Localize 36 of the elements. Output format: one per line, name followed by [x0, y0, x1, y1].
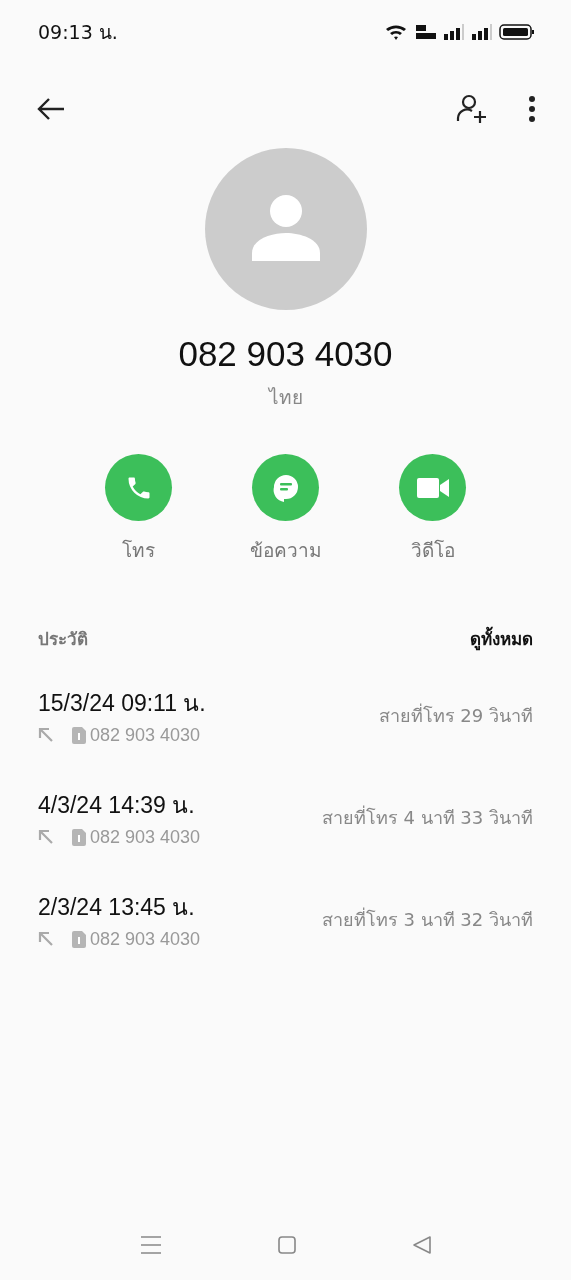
action-label: วิดีโอ [410, 538, 455, 563]
call-datetime: 2/3/24 13:45 น. [38, 892, 196, 922]
signal-icon [443, 23, 465, 41]
add-contact-icon[interactable] [456, 93, 488, 125]
chat-icon [271, 472, 300, 503]
call-number: 082 903 4030 [90, 928, 201, 950]
battery-icon [499, 23, 535, 41]
call-duration: สายที่โทร 4 นาที 33 วินาที [321, 804, 533, 830]
sim-icon [72, 828, 86, 846]
more-icon[interactable] [528, 95, 536, 123]
section-title: ประวัติ [38, 628, 88, 651]
outgoing-arrow-icon [38, 931, 54, 947]
call-datetime: 4/3/24 14:39 น. [38, 790, 196, 820]
call-datetime: 15/3/24 09:11 น. [38, 688, 206, 718]
view-all-link[interactable]: ดูทั้งหมด [470, 625, 533, 652]
action-label: ข้อความ [249, 538, 322, 563]
region-label: ไทย [268, 385, 303, 410]
signal-icon [471, 23, 493, 41]
call-duration: สายที่โทร 29 วินาที [378, 702, 533, 728]
outgoing-arrow-icon [38, 829, 54, 845]
video-camera-icon [415, 475, 450, 500]
action-label: โทร [122, 538, 155, 563]
wifi-icon [385, 23, 409, 41]
sim-icon [72, 930, 86, 948]
call-number: 082 903 4030 [90, 724, 201, 746]
call-number: 082 903 4030 [90, 826, 201, 848]
call-duration: สายที่โทร 3 นาที 32 วินาที [321, 906, 533, 932]
menu-icon[interactable] [139, 1235, 162, 1255]
outgoing-arrow-icon [38, 727, 54, 743]
phone-number: 082 903 4030 [178, 334, 393, 374]
avatar-icon [204, 148, 367, 310]
home-icon[interactable] [276, 1235, 297, 1255]
status-time: 09:13 น. [38, 20, 118, 45]
back-triangle-icon[interactable] [411, 1235, 432, 1255]
sim-icon [72, 726, 86, 744]
back-icon[interactable] [36, 97, 66, 121]
